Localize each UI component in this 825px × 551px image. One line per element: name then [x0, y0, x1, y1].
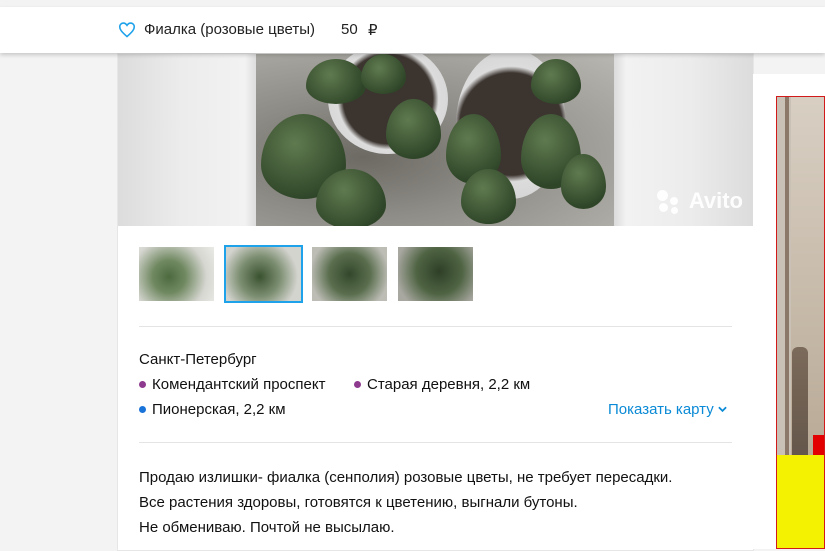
favorite-heart-icon[interactable] — [118, 22, 136, 38]
metro-station-1: Старая деревня, 2,2 км — [354, 376, 530, 393]
show-map-link[interactable]: Показать карту — [608, 401, 727, 418]
thumbnail-3[interactable] — [312, 247, 387, 301]
address-text: Комендантский проспект — [152, 376, 326, 393]
address-dot-icon — [139, 381, 146, 388]
description-line: Все растения здоровы, готовятся к цветен… — [139, 494, 578, 511]
address-item: Комендантский проспект — [139, 376, 325, 393]
divider — [139, 326, 732, 327]
thumbnail-1[interactable] — [139, 247, 214, 301]
main-photo-image — [256, 54, 614, 226]
thumbnail-4[interactable] — [398, 247, 473, 301]
metro-line-dot-icon — [139, 406, 146, 413]
avito-watermark: Avito — [656, 188, 743, 214]
metro-station-name: Пионерская, 2,2 км — [152, 401, 286, 418]
watermark-text: Avito — [688, 188, 743, 213]
listing-card: Avito Санкт-Петербург Комендантский прос… — [117, 53, 754, 551]
sticky-header: Фиалка (розовые цветы) 50 ₽ — [0, 7, 825, 53]
metro-line-dot-icon — [354, 381, 361, 388]
listing-description: Продаю излишки- фиалка (сенполия) розовы… — [139, 465, 672, 540]
main-photo[interactable]: Avito — [118, 54, 753, 226]
advertisement-banner[interactable] — [776, 96, 825, 549]
chevron-down-icon — [717, 406, 727, 413]
metro-station-2: Пионерская, 2,2 км — [139, 401, 286, 418]
show-map-label: Показать карту — [608, 401, 714, 418]
avito-logo-icon — [656, 188, 683, 214]
description-line: Продаю излишки- фиалка (сенполия) розовы… — [139, 469, 673, 486]
thumbnail-2-selected[interactable] — [224, 245, 303, 303]
currency-symbol: ₽ — [368, 22, 378, 39]
metro-station-name: Старая деревня, 2,2 км — [367, 376, 531, 393]
description-line: Не обмениваю. Почтой не высылаю. — [139, 519, 395, 536]
listing-price: 50 — [341, 21, 358, 38]
divider — [139, 442, 732, 443]
listing-title: Фиалка (розовые цветы) — [144, 21, 315, 38]
city-label: Санкт-Петербург — [139, 351, 257, 368]
